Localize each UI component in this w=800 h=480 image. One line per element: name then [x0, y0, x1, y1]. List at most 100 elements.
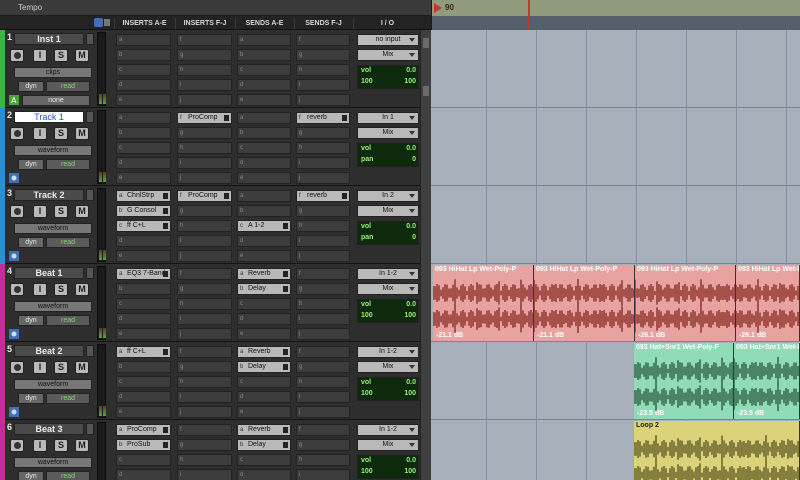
insert-slot[interactable]: e [116, 172, 171, 184]
slot-bypass-icon[interactable] [283, 442, 288, 448]
send-slot[interactable]: i [296, 313, 350, 325]
col-sends-ae[interactable]: SENDS A-E [235, 18, 293, 29]
send-slot[interactable]: h [296, 454, 350, 466]
send-slot[interactable]: h [296, 142, 350, 154]
slot-bypass-icon[interactable] [163, 223, 168, 229]
slot-bypass-icon[interactable] [283, 271, 288, 277]
output-selector[interactable]: Mix [357, 283, 419, 295]
track-view-selector[interactable]: waveform [14, 145, 92, 156]
send-slot[interactable]: e [237, 250, 291, 262]
input-monitor-button[interactable]: I [33, 283, 47, 296]
insert-slot[interactable]: c ff C+L [116, 220, 171, 232]
insert-slot[interactable]: h [177, 454, 232, 466]
volume-row[interactable]: vol 0.0 [360, 457, 418, 467]
volume-row[interactable]: vol 0.0 [360, 145, 418, 155]
slot-bypass-icon[interactable] [163, 442, 168, 448]
send-slot[interactable]: b Delay [237, 361, 291, 373]
col-inserts-fj[interactable]: INSERTS F-J [175, 18, 234, 29]
slot-bypass-icon[interactable] [283, 223, 288, 229]
timeline-lane-5[interactable]: 093 Hat+Snr1 Wet-Poly-F -23.5 dB 093 Hat+S… [431, 342, 800, 420]
insert-slot[interactable]: g [177, 49, 232, 61]
insert-slot[interactable]: f [177, 268, 232, 280]
send-slot[interactable]: a [237, 190, 291, 202]
slot-bypass-icon[interactable] [224, 115, 229, 121]
insert-slot[interactable]: a [116, 34, 171, 46]
insert-slot[interactable]: j [177, 94, 232, 106]
track-name-dropdown[interactable] [86, 111, 94, 123]
insert-slot[interactable]: i [177, 235, 232, 247]
insert-slot[interactable]: e [116, 250, 171, 262]
pan-row[interactable]: 100 100 [360, 78, 418, 88]
insert-slot[interactable]: i [177, 157, 232, 169]
insert-slot[interactable]: j [177, 406, 232, 418]
insert-slot[interactable]: a [116, 112, 171, 124]
input-monitor-button[interactable]: I [33, 205, 47, 218]
insert-slot[interactable]: i [177, 469, 232, 480]
slot-bypass-icon[interactable] [163, 271, 168, 277]
dyn-button[interactable]: dyn [18, 81, 44, 92]
slot-bypass-icon[interactable] [224, 193, 229, 199]
clip-gain-value[interactable]: -26.1 dB [638, 332, 665, 339]
send-slot[interactable]: j [296, 406, 350, 418]
send-slot[interactable]: c [237, 376, 291, 388]
insert-slot[interactable]: a ProComp [116, 424, 171, 436]
insert-slot[interactable]: h [177, 64, 232, 76]
send-slot[interactable]: h [296, 298, 350, 310]
pan-row[interactable]: pan 0 [360, 156, 418, 166]
record-enable-button[interactable] [10, 361, 24, 374]
clip-gain-value[interactable]: -21.1 dB [537, 332, 564, 339]
send-slot[interactable]: i [296, 235, 350, 247]
input-selector[interactable]: In 1 [357, 112, 419, 124]
track-name-dropdown[interactable] [86, 423, 94, 435]
audio-clip[interactable]: Loop 2 [634, 421, 800, 480]
track-name-field[interactable]: Beat 2 [14, 345, 84, 357]
group-selector[interactable]: none [22, 95, 90, 106]
pan-row[interactable]: 100 100 [360, 390, 418, 400]
insert-slot[interactable]: f [177, 346, 232, 358]
record-enable-button[interactable] [10, 127, 24, 140]
record-enable-button[interactable] [10, 283, 24, 296]
clip-gain-value[interactable]: -23.5 dB [737, 410, 764, 417]
send-slot[interactable]: e [237, 172, 291, 184]
track-view-selector[interactable]: waveform [14, 223, 92, 234]
volume-pan-display[interactable]: vol 0.0 pan 0 [357, 221, 419, 245]
send-slot[interactable]: f [296, 34, 350, 46]
insert-slot[interactable]: g [177, 361, 232, 373]
track-name-dropdown[interactable] [86, 33, 94, 45]
tempo-marker-icon[interactable] [434, 3, 442, 13]
slot-bypass-icon[interactable] [163, 427, 168, 433]
solo-button[interactable]: S [54, 283, 68, 296]
input-selector[interactable]: In 1-2 [357, 346, 419, 358]
insert-slot[interactable]: b G Consol [116, 205, 171, 217]
divider-handle[interactable] [423, 38, 429, 48]
send-slot[interactable]: e [237, 94, 291, 106]
send-slot[interactable]: a [237, 34, 291, 46]
timeline-lane-1[interactable] [431, 30, 800, 108]
track-name-field[interactable]: Track 2 [14, 189, 84, 201]
send-slot[interactable]: h [296, 220, 350, 232]
insert-slot[interactable]: a ChnlStrp [116, 190, 171, 202]
send-slot[interactable]: h [296, 376, 350, 388]
send-slot[interactable]: f [296, 424, 350, 436]
volume-pan-display[interactable]: vol 0.0 100 100 [357, 377, 419, 401]
insert-slot[interactable]: e [116, 94, 171, 106]
volume-pan-display[interactable]: vol 0.0 100 100 [357, 455, 419, 479]
comp-icon[interactable] [9, 173, 19, 183]
send-slot[interactable]: c [237, 298, 291, 310]
record-enable-button[interactable] [10, 439, 24, 452]
track-view-selector[interactable]: clips [14, 67, 92, 78]
mute-button[interactable]: M [75, 127, 89, 140]
automation-mode-selector[interactable]: read [46, 237, 90, 248]
comp-icon[interactable] [9, 329, 19, 339]
input-selector[interactable]: In 1-2 [357, 268, 419, 280]
track-name-field[interactable]: Beat 3 [14, 423, 84, 435]
send-slot[interactable]: j [296, 172, 350, 184]
volume-pan-display[interactable]: vol 0.0 pan 0 [357, 143, 419, 167]
insert-slot[interactable]: f [177, 34, 232, 46]
input-selector[interactable]: no input [357, 34, 419, 46]
dyn-button[interactable]: dyn [18, 471, 44, 480]
slot-bypass-icon[interactable] [283, 364, 288, 370]
track-name-dropdown[interactable] [86, 267, 94, 279]
col-inserts-ae[interactable]: INSERTS A-E [114, 18, 174, 29]
insert-slot[interactable]: b [116, 49, 171, 61]
